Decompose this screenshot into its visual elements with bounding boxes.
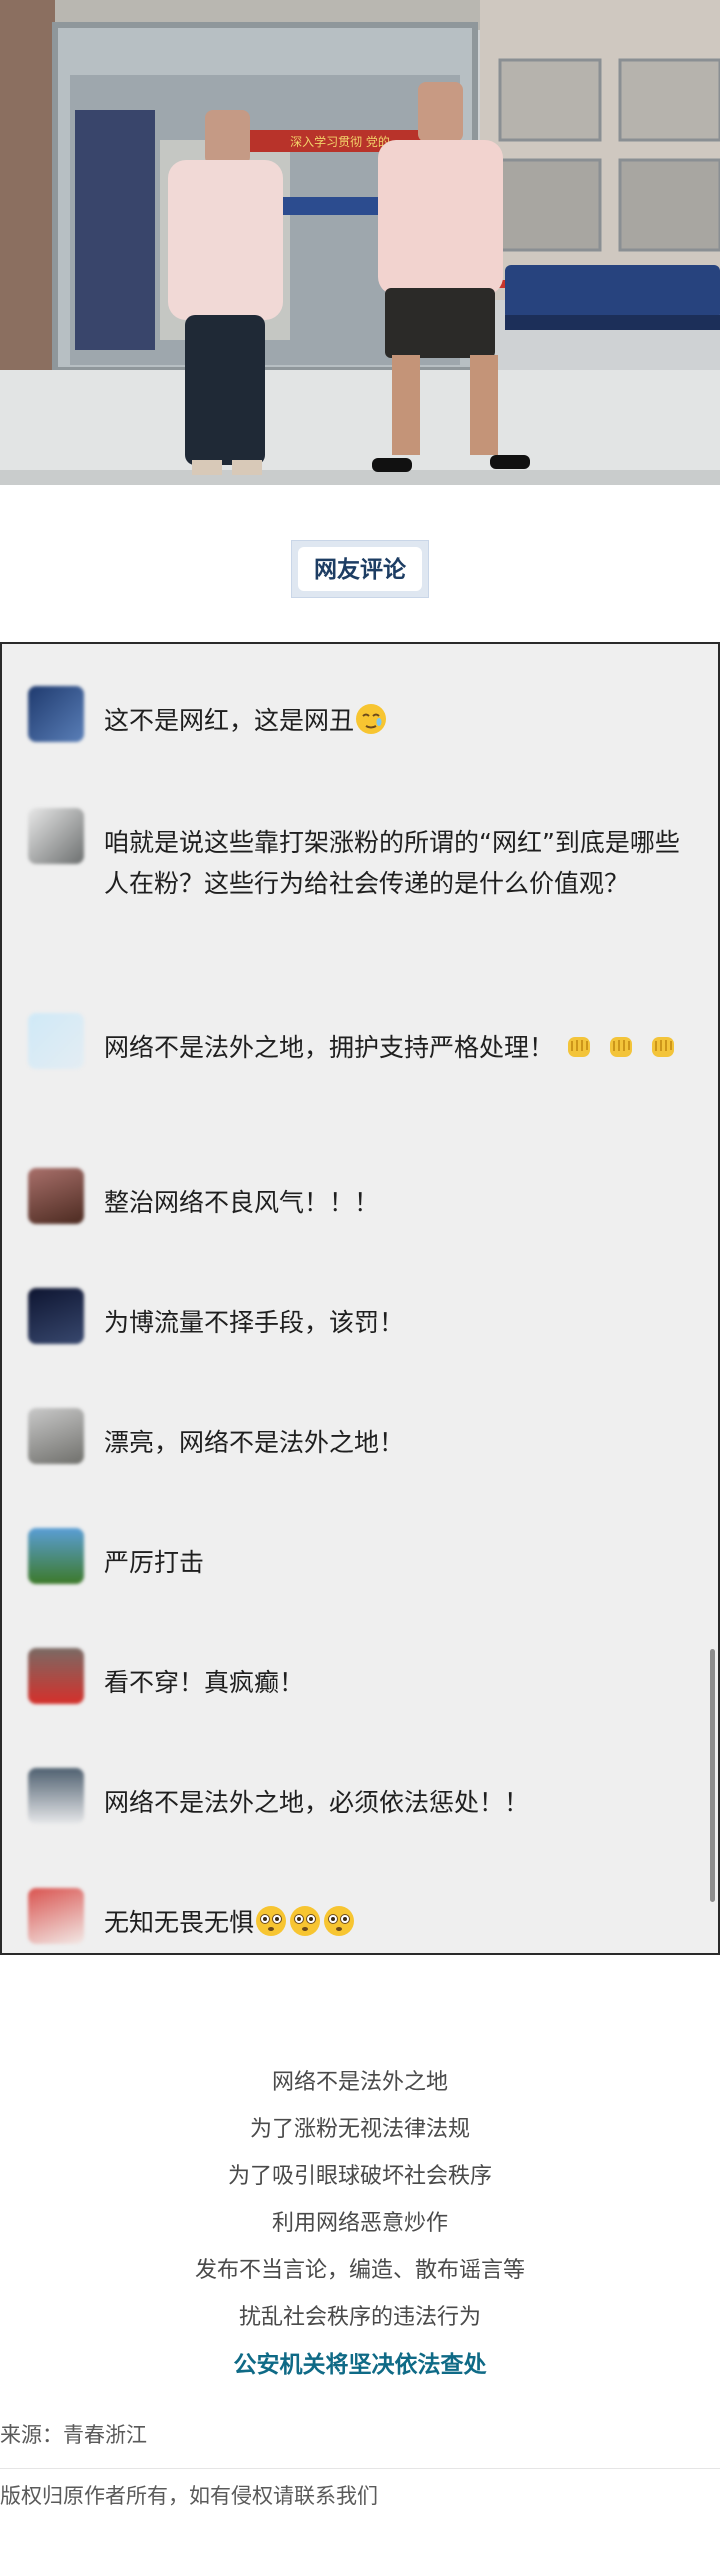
comment-text: 网络不是法外之地，拥护支持严格处理！ <box>104 1027 684 1068</box>
comment-text: 看不穿！真疯癫！ <box>104 1668 305 1697</box>
comment-text: 为博流量不择手段，该罚！ <box>104 1308 405 1337</box>
comment-text: 整治网络不良风气！！！ <box>104 1188 380 1217</box>
fist-icon <box>651 1037 674 1057</box>
sleepy-face-icon <box>356 704 387 734</box>
statement-line: 发布不当言论，编造、散布谣言等 <box>194 2258 525 2283</box>
comment-text: 严厉打击 <box>104 1548 205 1577</box>
divider <box>0 2468 720 2469</box>
section-title-wrap: 网友评论 <box>0 540 720 600</box>
source-label: 来源：青春浙江 <box>0 2423 147 2447</box>
copyright-notice: 版权归原作者所有，如有侵权请联系我们 <box>0 2484 378 2508</box>
fist-icon <box>567 1037 590 1057</box>
comment-text: 网络不是法外之地，必须依法惩处！！ <box>104 1788 530 1817</box>
statement-line: 为了涨粉无视法律法规 <box>249 2117 470 2142</box>
avatar[interactable] <box>28 1288 84 1344</box>
avatar[interactable] <box>28 808 84 864</box>
comment-text: 无知无畏无惧 <box>104 1902 684 1943</box>
statement-emphasis: 公安机关将坚决依法查处 <box>233 2352 487 2378</box>
news-photo: 深入学习贯彻 党的 <box>0 0 720 485</box>
statement-line: 扰乱社会秩序的违法行为 <box>238 2305 481 2330</box>
statement-line: 为了吸引眼球破坏社会秩序 <box>227 2164 492 2189</box>
comment-text: 这不是网红，这是网丑 <box>104 700 684 741</box>
statement-line: 利用网络恶意炒作 <box>271 2211 448 2236</box>
scrollbar[interactable] <box>710 1649 715 1902</box>
section-title-badge: 网友评论 <box>291 540 429 598</box>
avatar[interactable] <box>28 1408 84 1464</box>
avatar[interactable] <box>28 1888 84 1944</box>
avatar[interactable] <box>28 1168 84 1224</box>
statement-line: 网络不是法外之地 <box>271 2070 448 2095</box>
avatar[interactable] <box>28 1648 84 1704</box>
section-title: 网友评论 <box>314 557 406 583</box>
avatar[interactable] <box>28 686 84 742</box>
flushed-face-icon <box>256 1906 287 1936</box>
flushed-face-icon <box>324 1906 355 1936</box>
photo-banner-text: 深入学习贯彻 党的 <box>290 134 390 149</box>
avatar[interactable] <box>28 1013 84 1069</box>
comments-panel[interactable]: 这不是网红，这是网丑 咱就是说这些靠打架涨粉的所谓的“网红”到底是哪些人在粉？这… <box>0 642 720 1955</box>
fist-icon <box>609 1037 632 1057</box>
comment-text: 咱就是说这些靠打架涨粉的所谓的“网红”到底是哪些人在粉？这些行为给社会传递的是什… <box>104 828 680 898</box>
police-station-photo: 深入学习贯彻 党的 <box>0 0 720 485</box>
flushed-face-icon <box>290 1906 321 1936</box>
comment-text: 漂亮，网络不是法外之地！ <box>104 1428 405 1457</box>
avatar[interactable] <box>28 1768 84 1824</box>
avatar[interactable] <box>28 1528 84 1584</box>
